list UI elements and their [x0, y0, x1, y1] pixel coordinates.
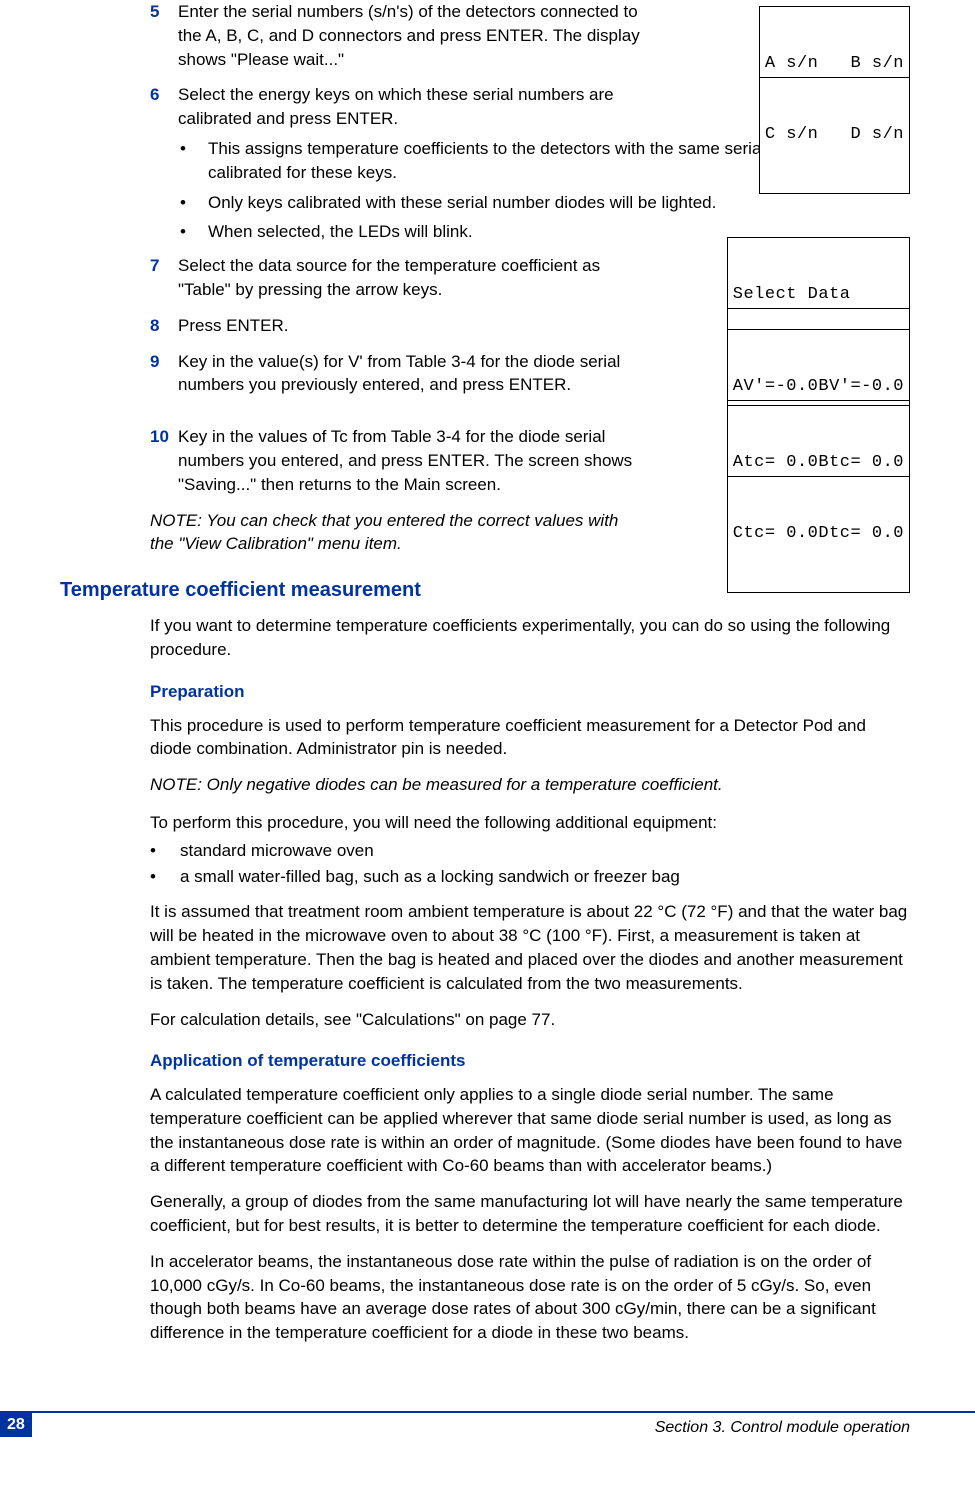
bullet-text: a small water-filled bag, such as a lock…: [180, 865, 680, 889]
note-text: NOTE: Only negative diodes can be measur…: [150, 773, 910, 797]
step-number: 5: [150, 0, 178, 71]
bullet-item: • a small water-filled bag, such as a lo…: [150, 865, 910, 889]
step-number: 9: [150, 350, 178, 398]
step-5: 5 Enter the serial numbers (s/n's) of th…: [150, 0, 910, 71]
bullet-icon: •: [180, 220, 208, 244]
bullet-item: • standard microwave oven: [150, 839, 910, 863]
paragraph: Generally, a group of diodes from the sa…: [150, 1190, 910, 1238]
paragraph: For calculation details, see "Calculatio…: [150, 1008, 910, 1032]
lcd-line: Ctc= 0.0Dtc= 0.0: [728, 521, 909, 547]
step-8: 8 Press ENTER.: [150, 314, 910, 338]
bullet-text: When selected, the LEDs will blink.: [208, 220, 473, 244]
note-text: NOTE: You can check that you entered the…: [150, 509, 640, 557]
page-number: 28: [0, 1413, 32, 1437]
page-footer: 28 Section 3. Control module operation: [0, 1411, 975, 1439]
paragraph: In accelerator beams, the instantaneous …: [150, 1250, 910, 1345]
bullet-icon: •: [150, 865, 180, 889]
footer-section-label: Section 3. Control module operation: [655, 1417, 910, 1439]
bullet-icon: •: [150, 839, 180, 863]
bullet-icon: •: [180, 191, 208, 215]
step-text: Select the energy keys on which these se…: [178, 83, 658, 131]
paragraph: If you want to determine temperature coe…: [150, 614, 910, 662]
step-text: Key in the value(s) for V' from Table 3-…: [178, 350, 658, 398]
subsection-heading: Preparation: [150, 680, 910, 704]
paragraph: A calculated temperature coefficient onl…: [150, 1083, 910, 1178]
step-9: 9 Key in the value(s) for V' from Table …: [150, 350, 910, 398]
step-number: 10: [150, 425, 178, 496]
step-text: Press ENTER.: [178, 314, 658, 338]
bullet-icon: •: [180, 137, 208, 185]
step-10: 10 Key in the values of Tc from Table 3-…: [150, 425, 910, 496]
step-number: 7: [150, 254, 178, 302]
paragraph: This procedure is used to perform temper…: [150, 714, 910, 762]
step-6: 6 Select the energy keys on which these …: [150, 83, 910, 131]
bullet-text: Only keys calibrated with these serial n…: [208, 191, 716, 215]
step-number: 6: [150, 83, 178, 131]
sub-bullet: • Only keys calibrated with these serial…: [180, 191, 910, 215]
paragraph: It is assumed that treatment room ambien…: [150, 900, 910, 995]
step-text: Key in the values of Tc from Table 3-4 f…: [178, 425, 658, 496]
step-number: 8: [150, 314, 178, 338]
step-text: Enter the serial numbers (s/n's) of the …: [178, 0, 658, 71]
step-7: 7 Select the data source for the tempera…: [150, 254, 910, 302]
step-text: Select the data source for the temperatu…: [178, 254, 658, 302]
subsection-heading: Application of temperature coefficients: [150, 1049, 910, 1073]
bullet-text: standard microwave oven: [180, 839, 374, 863]
paragraph: To perform this procedure, you will need…: [150, 811, 910, 835]
